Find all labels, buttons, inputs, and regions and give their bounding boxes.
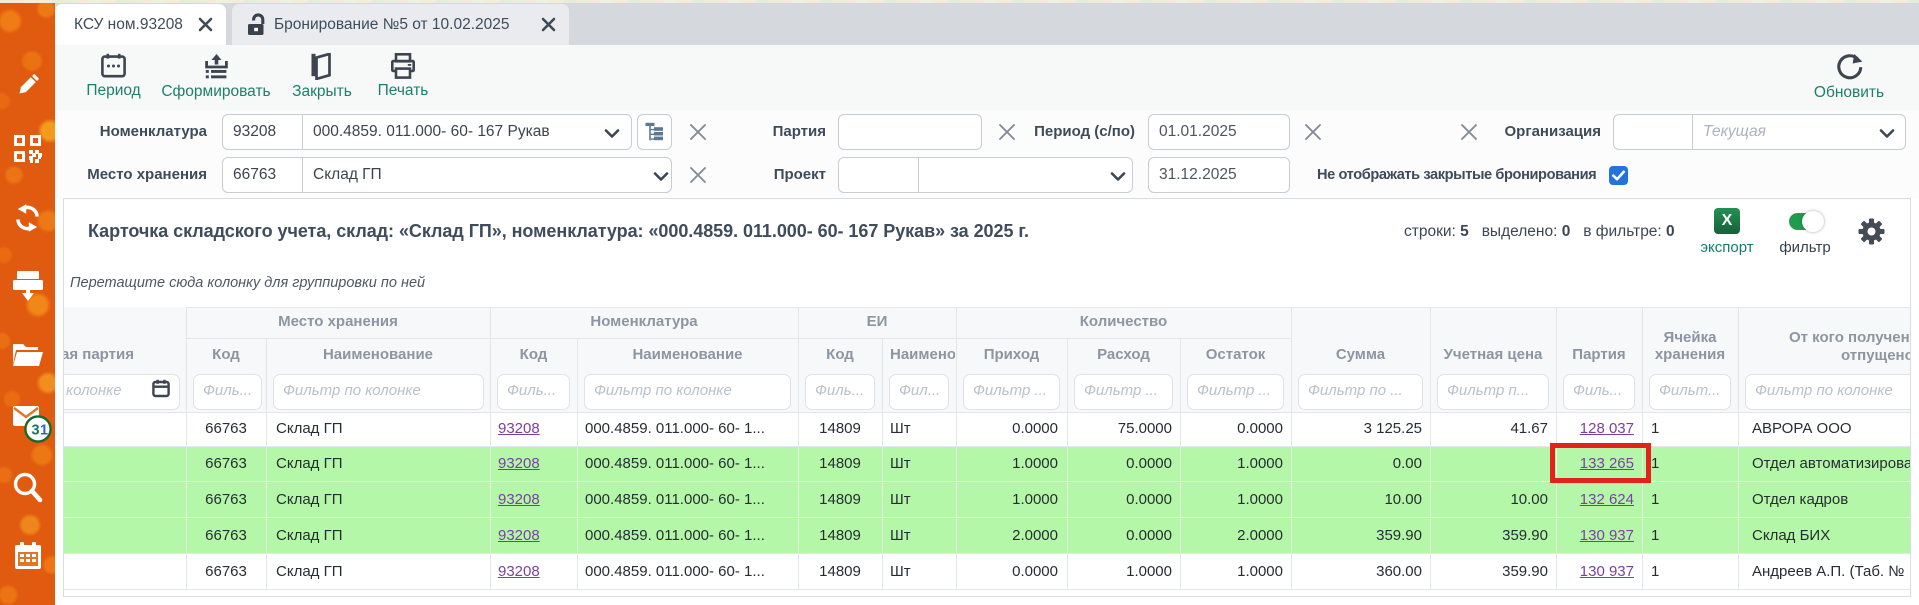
svg-text:1: 1	[40, 423, 48, 439]
svg-text:3: 3	[32, 423, 40, 439]
